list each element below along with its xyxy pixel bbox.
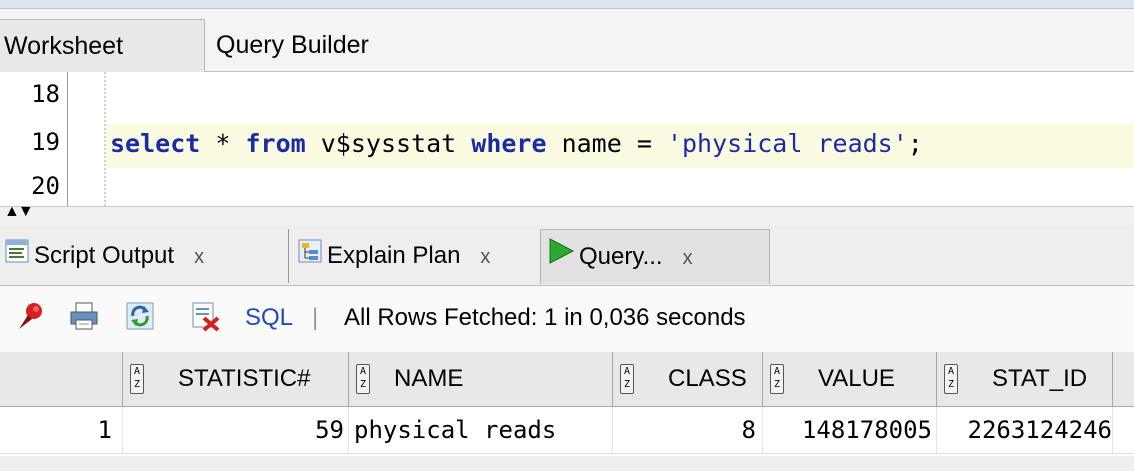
column-header-name[interactable]: AZ NAME	[348, 352, 613, 406]
code-token: name =	[546, 129, 667, 158]
close-icon[interactable]: x	[194, 246, 204, 268]
tab-query-result[interactable]: Query... x	[540, 229, 770, 284]
pane-splitter[interactable]: ▲▼	[0, 203, 1134, 226]
result-toolbar: SQL | All Rows Fetched: 1 in 0,036 secon…	[0, 286, 1134, 353]
column-header-value[interactable]: AZ VALUE	[762, 352, 937, 406]
output-tab-bar: Script Output x Explain Plan x Query... x	[0, 225, 1134, 286]
cell-stat-id[interactable]: 2263124246	[936, 407, 1113, 453]
fetch-status-text: All Rows Fetched: 1 in 0,036 seconds	[344, 304, 746, 331]
row-number-header	[0, 352, 123, 406]
run-triangle-icon	[547, 231, 575, 285]
column-header-label: CLASS	[668, 365, 747, 392]
column-header-label: STATISTIC#	[178, 365, 311, 392]
pin-icon[interactable]	[14, 300, 46, 332]
cancel-query-icon[interactable]	[190, 300, 222, 332]
column-header-stat-id[interactable]: AZ STAT_ID	[936, 352, 1113, 406]
close-icon[interactable]: x	[683, 247, 693, 269]
explain-plan-icon	[297, 230, 323, 284]
line-number: 20	[31, 172, 60, 200]
string-literal: 'physical reads'	[666, 129, 908, 158]
tab-label: Query...	[579, 243, 663, 270]
keyword-from: from	[245, 129, 306, 158]
tab-label: Explain Plan	[327, 242, 461, 269]
column-header-label: STAT_ID	[992, 365, 1088, 392]
sql-editor[interactable]: 18 19 20 select * from v$sysstat where n…	[0, 72, 1134, 206]
print-icon[interactable]	[68, 300, 100, 332]
keyword-where: where	[471, 129, 547, 158]
sort-icon[interactable]: AZ	[944, 364, 958, 394]
close-icon[interactable]: x	[480, 246, 490, 268]
column-header-class[interactable]: AZ CLASS	[612, 352, 763, 406]
table-row[interactable]: 1 59 physical reads 8 148178005 22631242…	[0, 407, 1134, 454]
sql-link[interactable]: SQL	[245, 304, 293, 332]
tab-worksheet[interactable]: Worksheet	[0, 19, 205, 72]
cell-value[interactable]: 148178005	[762, 407, 937, 453]
column-header-label: NAME	[394, 365, 464, 392]
column-header-statistic[interactable]: AZ STATISTIC#	[122, 352, 349, 406]
line-number-gutter: 18 19 20	[0, 72, 68, 206]
script-output-icon	[4, 230, 30, 284]
window-top-strip	[0, 0, 1134, 9]
keyword-select: select	[110, 129, 201, 158]
code-token: ;	[907, 129, 923, 158]
toolbar-separator: |	[312, 304, 319, 331]
cell-name[interactable]: physical reads	[348, 407, 613, 453]
refresh-icon[interactable]	[124, 300, 156, 332]
code-token: v$sysstat	[305, 129, 472, 158]
sql-statement[interactable]: select * from v$sysstat where name = 'ph…	[110, 129, 923, 158]
code-token: *	[200, 129, 246, 158]
sort-icon[interactable]: AZ	[356, 364, 370, 394]
cell-statistic[interactable]: 59	[122, 407, 349, 453]
sort-icon[interactable]: AZ	[130, 364, 144, 394]
column-header-label: VALUE	[818, 365, 895, 392]
tab-script-output[interactable]: Script Output x	[4, 229, 204, 283]
grid-header-row: AZ STATISTIC# AZ NAME AZ CLASS AZ VALUE …	[0, 352, 1134, 407]
tab-explain-plan[interactable]: Explain Plan x	[288, 229, 490, 283]
cell-class[interactable]: 8	[612, 407, 763, 453]
tab-label: Script Output	[34, 242, 175, 269]
sort-icon[interactable]: AZ	[770, 364, 784, 394]
grid-footer-strip	[0, 456, 1134, 471]
results-grid: AZ STATISTIC# AZ NAME AZ CLASS AZ VALUE …	[0, 352, 1134, 462]
collapse-arrows-icon[interactable]: ▲▼	[4, 203, 34, 221]
editor-tab-bar: Worksheet Query Builder	[0, 9, 1134, 72]
row-number: 1	[0, 407, 123, 453]
line-number: 18	[31, 80, 60, 108]
tab-query-builder[interactable]: Query Builder	[216, 19, 369, 71]
sort-icon[interactable]: AZ	[620, 364, 634, 394]
line-number: 19	[31, 128, 60, 156]
